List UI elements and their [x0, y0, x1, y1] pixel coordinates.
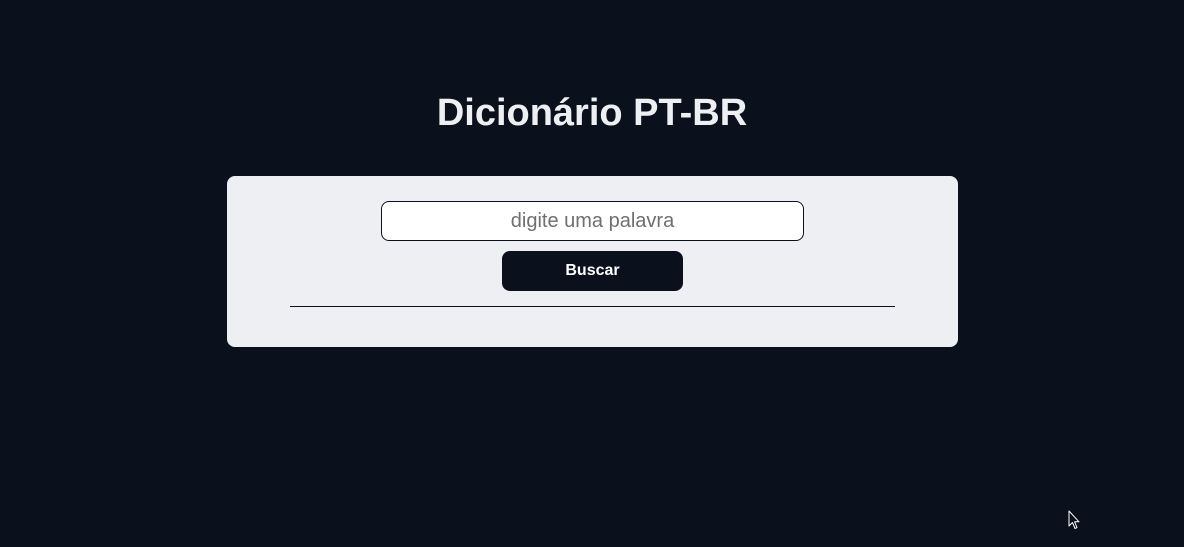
divider: [290, 306, 895, 307]
search-input[interactable]: [381, 201, 804, 241]
mouse-pointer-icon: [1068, 510, 1080, 529]
search-card: Buscar: [227, 176, 958, 347]
search-button[interactable]: Buscar: [502, 251, 683, 291]
page: Dicionário PT-BR Buscar: [0, 0, 1184, 547]
page-title: Dicionário PT-BR: [436, 92, 748, 134]
